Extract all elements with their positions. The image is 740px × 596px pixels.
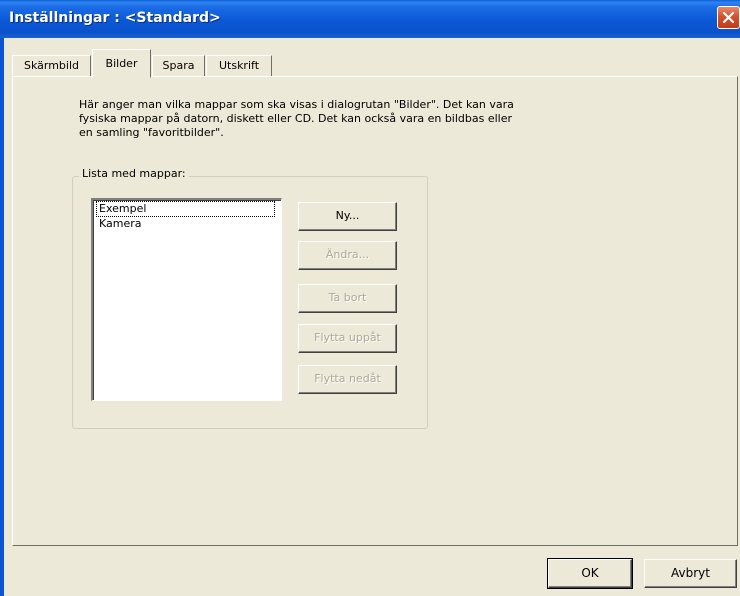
tab-spara[interactable]: Spara <box>152 55 205 76</box>
description-text: Här anger man vilka mappar som ska visas… <box>79 98 514 139</box>
title-bar: Inställningar : <Standard> <box>0 0 740 38</box>
move-up-button[interactable]: Flytta uppåt <box>298 324 397 353</box>
folder-listbox[interactable]: Exempel Kamera <box>91 198 282 401</box>
window-title: Inställningar : <Standard> <box>9 10 221 26</box>
edit-folder-button[interactable]: Ändra... <box>298 241 397 270</box>
remove-folder-button[interactable]: Ta bort <box>298 284 397 313</box>
close-button[interactable] <box>717 6 740 29</box>
close-icon <box>722 11 735 24</box>
tab-skarmbild[interactable]: Skärmbild <box>12 55 91 76</box>
new-folder-button[interactable]: Ny... <box>298 202 397 231</box>
tab-bilder[interactable]: Bilder <box>92 49 151 78</box>
cancel-button[interactable]: Avbryt <box>644 559 737 588</box>
ok-button[interactable]: OK <box>547 558 633 589</box>
move-down-button[interactable]: Flytta nedåt <box>298 365 397 394</box>
list-item[interactable]: Exempel <box>96 201 275 217</box>
tab-utskrift[interactable]: Utskrift <box>206 55 272 76</box>
group-label: Lista med mappar: <box>79 167 189 180</box>
list-item[interactable]: Kamera <box>97 217 144 231</box>
window-frame-left <box>0 38 4 596</box>
